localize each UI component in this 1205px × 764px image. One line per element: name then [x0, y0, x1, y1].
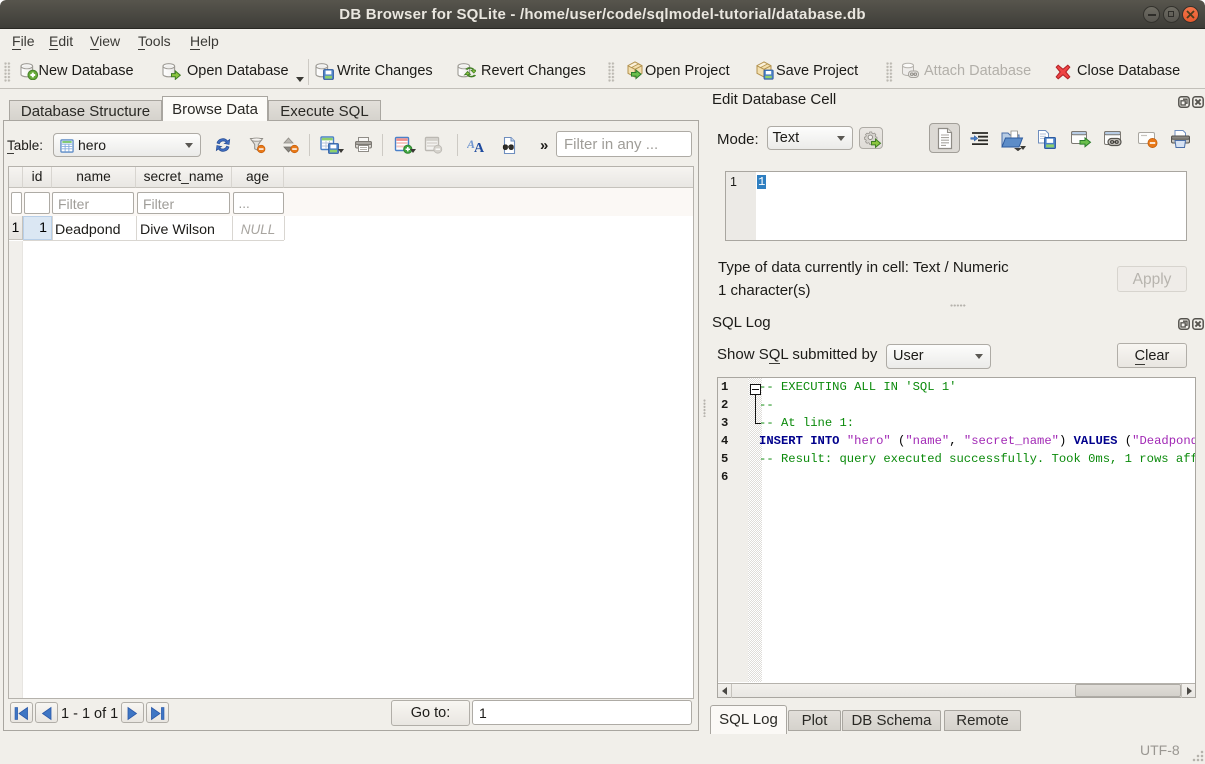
svg-text:A: A — [474, 141, 485, 154]
